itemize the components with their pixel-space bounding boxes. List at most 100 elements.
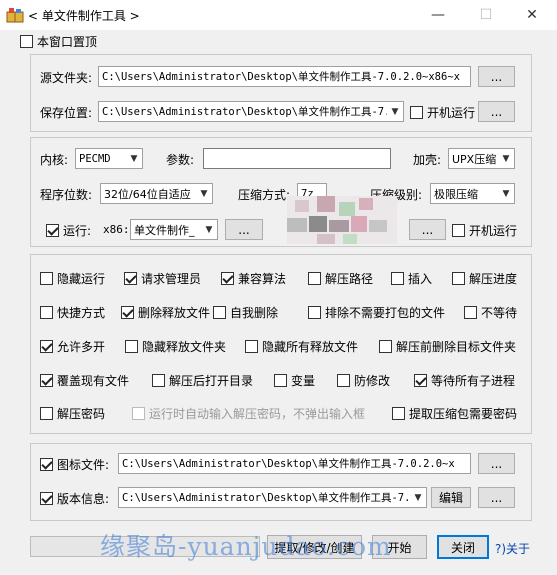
option-checkbox[interactable]: 覆盖现有文件 bbox=[40, 372, 129, 389]
option-checkbox[interactable]: 允许多开 bbox=[40, 338, 105, 355]
source-browse-button[interactable]: ... bbox=[478, 66, 515, 87]
option-checkbox[interactable]: 快捷方式 bbox=[40, 304, 105, 321]
minimize-button[interactable]: — bbox=[415, 0, 461, 30]
option-checkbox[interactable]: 防修改 bbox=[337, 372, 390, 389]
run-arch-label: x86: bbox=[103, 223, 130, 236]
option-label: 防修改 bbox=[354, 374, 391, 388]
run-autostart-box bbox=[452, 224, 465, 237]
option-checkbox[interactable]: 等待所有子进程 bbox=[414, 372, 515, 389]
option-checkbox[interactable]: 兼容算法 bbox=[221, 270, 286, 287]
icon-file-value: C:\Users\Administrator\Desktop\单文件制作工具-7… bbox=[122, 458, 455, 470]
kernel-value: PECMD bbox=[79, 152, 111, 165]
option-checkbox[interactable]: 解压密码 bbox=[40, 405, 105, 422]
watermark: 缘聚岛-yuanjudao.com bbox=[100, 532, 392, 561]
close-button[interactable]: 关闭 bbox=[437, 535, 489, 559]
run-browse-button-2[interactable]: ... bbox=[409, 219, 446, 240]
close-window-button[interactable]: ✕ bbox=[509, 0, 555, 30]
option-checkbox[interactable]: 解压进度 bbox=[452, 270, 517, 287]
option-label: 删除释放文件 bbox=[138, 306, 211, 320]
option-label: 提取压缩包需要密码 bbox=[409, 407, 518, 421]
version-info-checkbox[interactable]: 版本信息: bbox=[40, 490, 109, 507]
option-checkbox[interactable]: 自我删除 bbox=[213, 304, 278, 321]
kernel-label: 内核: bbox=[40, 153, 69, 167]
source-folder-combo[interactable]: C:\Users\Administrator\Desktop\单文件制作工具-7… bbox=[98, 66, 471, 87]
option-checkbox[interactable]: 解压前删除目标文件夹 bbox=[379, 338, 516, 355]
option-checkbox[interactable]: 删除释放文件 bbox=[121, 304, 210, 321]
option-label: 解压后打开目录 bbox=[169, 374, 254, 388]
icon-file-check-box bbox=[40, 458, 53, 471]
topmost-checkbox[interactable]: 本窗口置顶 bbox=[20, 33, 97, 50]
option-check-box bbox=[152, 374, 165, 387]
option-checkbox[interactable]: 隐藏运行 bbox=[40, 270, 105, 287]
save-location-label: 保存位置: bbox=[40, 106, 93, 120]
bits-combo[interactable]: 32位/64位自适应 ▼ bbox=[100, 183, 213, 204]
option-label: 隐藏运行 bbox=[57, 272, 106, 286]
option-checkbox[interactable]: 不等待 bbox=[464, 304, 517, 321]
option-checkbox[interactable]: 请求管理员 bbox=[124, 270, 201, 287]
chevron-down-icon: ▼ bbox=[130, 153, 138, 164]
option-checkbox[interactable]: 变量 bbox=[274, 372, 315, 389]
option-check-box bbox=[245, 340, 258, 353]
compress-level-combo[interactable]: 极限压缩 ▼ bbox=[430, 183, 515, 204]
compress-level-value: 极限压缩 bbox=[434, 187, 478, 201]
option-checkbox[interactable]: 排除不需要打包的文件 bbox=[308, 304, 445, 321]
option-label: 变量 bbox=[291, 374, 316, 388]
compress-method-label: 压缩方式: bbox=[238, 188, 291, 202]
version-info-combo[interactable]: C:\Users\Administrator\Desktop\单文件制作工具-7… bbox=[118, 487, 427, 508]
minimize-icon: — bbox=[431, 7, 445, 23]
topmost-check-box bbox=[20, 35, 33, 48]
option-label: 覆盖现有文件 bbox=[57, 374, 130, 388]
option-label: 隐藏所有释放文件 bbox=[262, 340, 359, 354]
option-checkbox[interactable]: 提取压缩包需要密码 bbox=[392, 405, 517, 422]
run-autostart-checkbox[interactable]: 开机运行 bbox=[452, 222, 517, 239]
topmost-label: 本窗口置顶 bbox=[37, 35, 98, 49]
icon-file-checkbox[interactable]: 图标文件: bbox=[40, 456, 109, 473]
chevron-down-icon: ▼ bbox=[391, 106, 399, 117]
option-checkbox[interactable]: 插入 bbox=[391, 270, 432, 287]
source-folder-label: 源文件夹: bbox=[40, 71, 93, 85]
icon-file-combo[interactable]: C:\Users\Administrator\Desktop\单文件制作工具-7… bbox=[118, 453, 471, 474]
option-check-box bbox=[125, 340, 138, 353]
run-browse-button[interactable]: ... bbox=[225, 219, 263, 240]
version-browse-button[interactable]: ... bbox=[478, 487, 515, 508]
maximize-icon: ☐ bbox=[479, 7, 493, 23]
edit-version-button[interactable]: 编辑 bbox=[431, 487, 471, 508]
kernel-combo[interactable]: PECMD ▼ bbox=[75, 148, 143, 169]
option-label: 不等待 bbox=[481, 306, 518, 320]
shell-combo[interactable]: UPX压缩 ▼ bbox=[448, 148, 515, 169]
save-location-combo[interactable]: C:\Users\Administrator\Desktop\单文件制作工具-7… bbox=[98, 101, 404, 122]
paths-autostart-label: 开机运行 bbox=[427, 106, 476, 120]
option-label: 解压前删除目标文件夹 bbox=[396, 340, 517, 354]
run-label: 运行: bbox=[63, 224, 92, 238]
option-checkbox[interactable]: 隐藏释放文件夹 bbox=[125, 338, 226, 355]
version-info-check-box bbox=[40, 492, 53, 505]
app-icon bbox=[6, 8, 24, 23]
chevron-down-icon: ▼ bbox=[502, 153, 510, 164]
save-browse-button[interactable]: ... bbox=[478, 101, 515, 122]
chevron-down-icon: ▼ bbox=[414, 492, 422, 503]
option-checkbox[interactable]: 解压后打开目录 bbox=[152, 372, 253, 389]
bits-label: 程序位数: bbox=[40, 188, 93, 202]
icon-file-label: 图标文件: bbox=[57, 458, 110, 472]
option-label: 插入 bbox=[408, 272, 433, 286]
option-check-box bbox=[132, 407, 145, 420]
option-label: 兼容算法 bbox=[238, 272, 287, 286]
run-autostart-label: 开机运行 bbox=[469, 224, 518, 238]
chevron-down-icon: ▼ bbox=[205, 224, 213, 235]
option-checkbox[interactable]: 解压路径 bbox=[308, 270, 373, 287]
option-check-box bbox=[308, 272, 321, 285]
run-target-combo[interactable]: 单文件制作_ ▼ bbox=[130, 219, 218, 240]
icon-browse-button[interactable]: ... bbox=[478, 453, 515, 474]
option-label: 等待所有子进程 bbox=[431, 374, 516, 388]
option-check-box bbox=[464, 306, 477, 319]
params-input[interactable] bbox=[203, 148, 391, 169]
maximize-button: ☐ bbox=[463, 0, 509, 30]
option-label: 隐藏释放文件夹 bbox=[142, 340, 227, 354]
paths-autostart-checkbox[interactable]: 开机运行 bbox=[410, 104, 475, 121]
about-link[interactable]: ?)关于 bbox=[495, 540, 530, 557]
option-check-box bbox=[40, 272, 53, 285]
option-check-box bbox=[414, 374, 427, 387]
option-label: 运行时自动输入解压密码，不弹出输入框 bbox=[149, 407, 366, 421]
run-checkbox[interactable]: 运行: bbox=[46, 222, 91, 239]
option-checkbox[interactable]: 隐藏所有释放文件 bbox=[245, 338, 358, 355]
